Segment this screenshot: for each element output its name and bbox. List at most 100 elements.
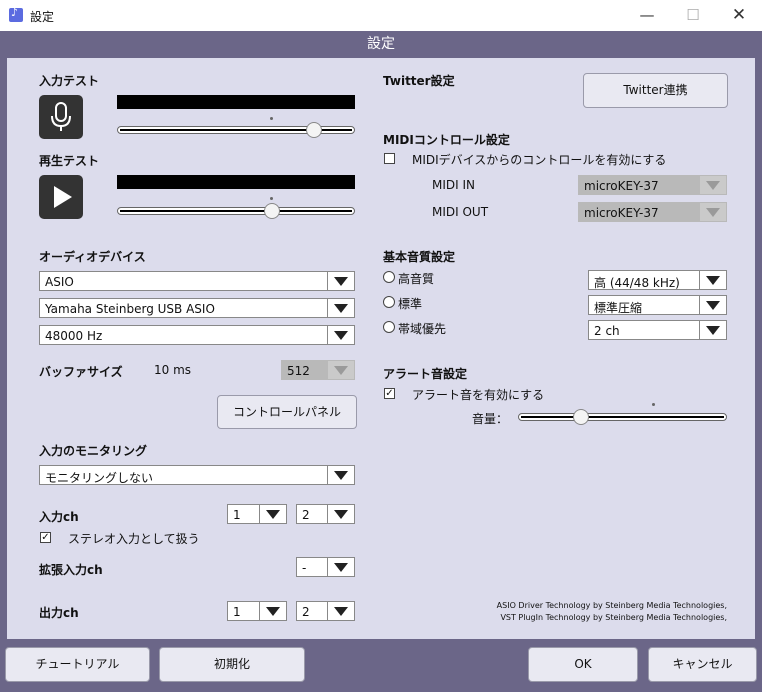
alert-enable-label: アラート音を有効にする: [412, 388, 545, 402]
buffer-size-label: バッファサイズ: [39, 365, 123, 379]
input-level-meter: [117, 95, 355, 109]
sample-rate-value: 48000 Hz: [45, 329, 103, 343]
playback-volume-slider[interactable]: [117, 207, 355, 215]
output-ch-right-select[interactable]: 2: [296, 601, 355, 621]
app-icon: [9, 6, 23, 22]
midi-in-label: MIDI IN: [432, 178, 476, 192]
chevron-down-icon: [699, 296, 726, 314]
twitter-connect-button[interactable]: Twitter連携: [583, 73, 728, 108]
ext-input-ch-select[interactable]: -: [296, 557, 355, 577]
maximize-button[interactable]: ☐: [670, 0, 716, 31]
output-ch-label: 出力ch: [39, 606, 79, 620]
microphone-icon: [51, 102, 71, 131]
quality-bandwidth-label: 帯域優先: [398, 322, 447, 336]
chevron-down-icon: [327, 558, 354, 576]
midi-out-label: MIDI OUT: [432, 205, 489, 219]
sample-rate-select[interactable]: 48000 Hz: [39, 325, 355, 345]
ext-input-ch-label: 拡張入力ch: [39, 563, 103, 577]
alert-enable-checkbox[interactable]: ✓: [384, 388, 395, 399]
minimize-button[interactable]: —: [624, 0, 670, 31]
input-ch-label: 入力ch: [39, 510, 79, 524]
alert-slider-tick: [652, 403, 655, 406]
audio-device-select[interactable]: Yamaha Steinberg USB ASIO: [39, 298, 355, 318]
input-test-label: 入力テスト: [39, 74, 100, 88]
play-icon: [54, 186, 72, 208]
midi-out-select[interactable]: microKEY-37: [578, 202, 727, 222]
input-ch-left-value: 1: [233, 508, 241, 522]
stereo-input-checkbox[interactable]: ✓: [40, 532, 51, 543]
chevron-down-icon: [327, 326, 354, 344]
quality-bandwidth-radio[interactable]: [383, 321, 395, 333]
chevron-down-icon: [327, 299, 354, 317]
chevron-down-icon: [259, 505, 286, 523]
alert-settings-label: アラート音設定: [383, 367, 468, 381]
compression-value: 標準圧縮: [594, 301, 643, 315]
compression-select[interactable]: 標準圧縮: [588, 295, 727, 315]
chevron-down-icon: [327, 272, 354, 290]
reset-button[interactable]: 初期化: [159, 647, 305, 682]
input-ch-left-select[interactable]: 1: [227, 504, 287, 524]
monitoring-label: 入力のモニタリング: [39, 444, 148, 458]
midi-out-value: microKEY-37: [584, 206, 659, 220]
audio-device-label: オーディオデバイス: [39, 250, 146, 264]
chevron-down-icon: [327, 602, 354, 620]
twitter-settings-label: Twitter設定: [383, 74, 455, 88]
ok-button[interactable]: OK: [528, 647, 638, 682]
midi-enable-checkbox[interactable]: [384, 153, 395, 164]
midi-in-select[interactable]: microKEY-37: [578, 175, 727, 195]
chevron-down-icon: [259, 602, 286, 620]
window-title: 設定: [30, 10, 55, 24]
quality-high-label: 高音質: [398, 272, 435, 286]
chevron-down-icon: [699, 176, 726, 194]
settings-panel: 入力テスト 再生テスト オーディオデバイス ASIO Yamaha Steinb…: [7, 58, 755, 639]
title-bar: 設定 — ☐ ✕: [0, 0, 762, 31]
cancel-button[interactable]: キャンセル: [648, 647, 757, 682]
ext-input-ch-value: -: [302, 561, 307, 575]
midi-settings-label: MIDIコントロール設定: [383, 133, 510, 147]
close-button[interactable]: ✕: [716, 0, 762, 31]
sample-quality-select[interactable]: 高 (44/48 kHz): [588, 270, 727, 290]
chevron-down-icon: [327, 361, 354, 379]
playback-slider-tick: [270, 197, 273, 200]
audio-device-value: Yamaha Steinberg USB ASIO: [45, 302, 215, 316]
quality-settings-label: 基本音質設定: [383, 250, 456, 264]
play-test-button[interactable]: [39, 175, 83, 219]
alert-volume-label: 音量：: [472, 412, 509, 426]
chevron-down-icon: [327, 466, 354, 484]
input-ch-right-value: 2: [302, 508, 310, 522]
channels-value: 2 ch: [594, 324, 620, 338]
control-panel-button[interactable]: コントロールパネル: [217, 395, 357, 429]
buffer-ms-value: 10 ms: [154, 363, 192, 377]
output-ch-left-value: 1: [233, 605, 241, 619]
quality-standard-radio[interactable]: [383, 296, 395, 308]
playback-volume-thumb[interactable]: [264, 203, 280, 219]
playback-level-meter: [117, 175, 355, 189]
chevron-down-icon: [327, 505, 354, 523]
tutorial-button[interactable]: チュートリアル: [5, 647, 150, 682]
stereo-input-label: ステレオ入力として扱う: [68, 532, 200, 546]
quality-standard-label: 標準: [398, 297, 423, 311]
alert-volume-thumb[interactable]: [573, 409, 589, 425]
chevron-down-icon: [699, 203, 726, 221]
mic-test-button[interactable]: [39, 95, 83, 139]
chevron-down-icon: [699, 271, 726, 289]
midi-in-value: microKEY-37: [584, 179, 659, 193]
output-ch-right-value: 2: [302, 605, 310, 619]
chevron-down-icon: [699, 321, 726, 339]
vst-credit: VST PlugIn Technology by Steinberg Media…: [500, 613, 727, 622]
audio-driver-value: ASIO: [45, 275, 74, 289]
asio-credit: ASIO Driver Technology by Steinberg Medi…: [496, 601, 727, 610]
quality-high-radio[interactable]: [383, 271, 395, 283]
buffer-size-value: 512: [287, 364, 310, 378]
alert-volume-slider[interactable]: [518, 413, 727, 421]
settings-banner: 設定: [0, 31, 762, 58]
buffer-size-select[interactable]: 512: [281, 360, 355, 380]
output-ch-left-select[interactable]: 1: [227, 601, 287, 621]
input-ch-right-select[interactable]: 2: [296, 504, 355, 524]
input-volume-thumb[interactable]: [306, 122, 322, 138]
sample-quality-value: 高 (44/48 kHz): [594, 276, 680, 290]
channels-select[interactable]: 2 ch: [588, 320, 727, 340]
input-slider-tick: [270, 117, 273, 120]
monitoring-select[interactable]: モニタリングしない: [39, 465, 355, 485]
audio-driver-select[interactable]: ASIO: [39, 271, 355, 291]
